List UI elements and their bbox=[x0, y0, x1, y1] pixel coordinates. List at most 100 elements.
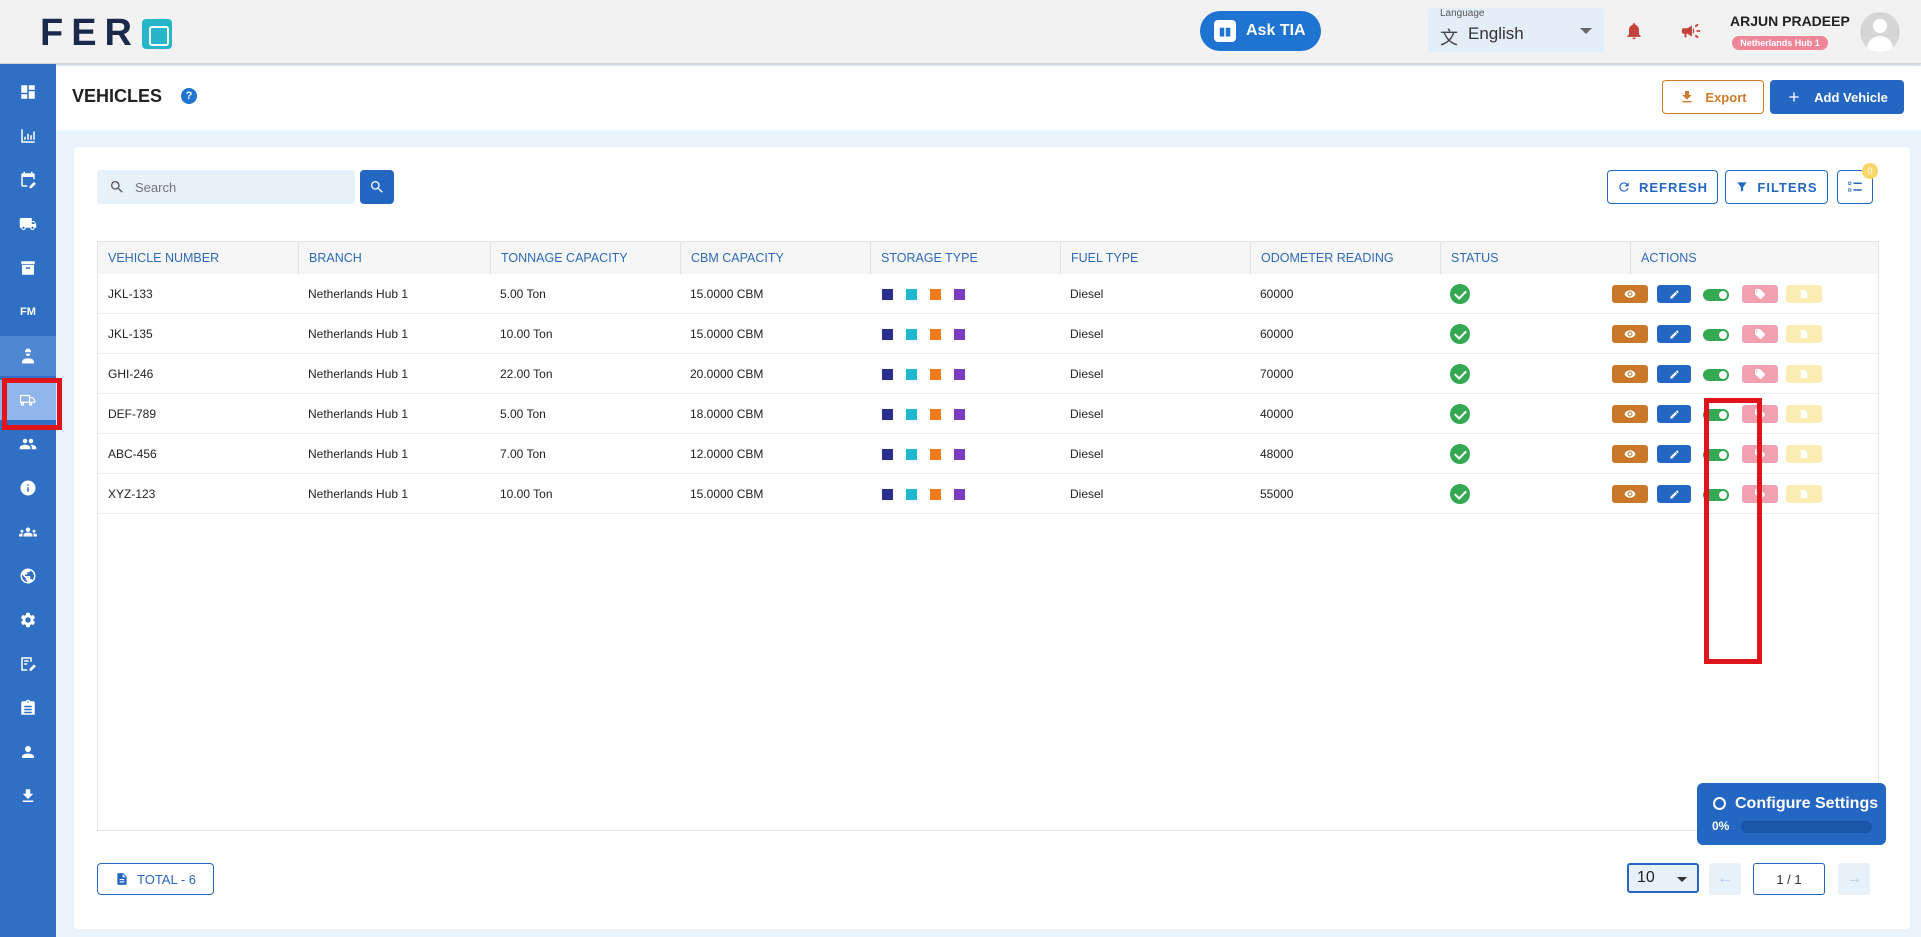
sidebar-item-notes[interactable] bbox=[0, 644, 56, 684]
view-button[interactable] bbox=[1612, 485, 1648, 503]
search-icon bbox=[371, 181, 383, 193]
document-button[interactable] bbox=[1786, 285, 1822, 303]
tag-button[interactable] bbox=[1742, 325, 1778, 343]
configure-settings-widget[interactable]: Configure Settings 0% bbox=[1697, 783, 1886, 845]
column-header-status[interactable]: STATUS bbox=[1440, 242, 1630, 274]
cell-cbm: 15.0000 CBM bbox=[690, 287, 764, 301]
table-row[interactable]: JKL-135 Netherlands Hub 1 10.00 Ton 15.0000… bbox=[98, 314, 1878, 354]
help-icon[interactable]: ? bbox=[181, 88, 197, 104]
document-icon bbox=[1799, 448, 1809, 460]
analytics-icon bbox=[21, 129, 35, 143]
view-button[interactable] bbox=[1612, 445, 1648, 463]
add-vehicle-button[interactable]: Add Vehicle bbox=[1770, 80, 1904, 114]
column-header-branch[interactable]: BRANCH bbox=[298, 242, 490, 274]
sidebar-item-clipboard[interactable] bbox=[0, 688, 56, 728]
edit-button[interactable] bbox=[1657, 285, 1691, 303]
active-toggle[interactable] bbox=[1703, 289, 1729, 301]
storage-type-swatch bbox=[954, 369, 965, 380]
sidebar-item-groups[interactable] bbox=[0, 512, 56, 552]
bell-icon[interactable] bbox=[1624, 20, 1644, 42]
table-row[interactable]: JKL-133 Netherlands Hub 1 5.00 Ton 15.0000 … bbox=[98, 274, 1878, 314]
megaphone-icon[interactable] bbox=[1680, 20, 1702, 42]
document-button[interactable] bbox=[1786, 325, 1822, 343]
avatar[interactable] bbox=[1860, 12, 1900, 52]
tag-button[interactable] bbox=[1742, 365, 1778, 383]
ask-tia-button[interactable]: ▮▮ Ask TIA bbox=[1200, 11, 1321, 51]
settings-icon bbox=[20, 612, 36, 628]
add-vehicle-label: Add Vehicle bbox=[1814, 89, 1888, 105]
storage-type-swatch bbox=[906, 449, 917, 460]
edit-button[interactable] bbox=[1657, 325, 1691, 343]
language-value: English bbox=[1468, 24, 1524, 43]
table-row[interactable]: GHI-246 Netherlands Hub 1 22.00 Ton 20.0000… bbox=[98, 354, 1878, 394]
status-active-icon bbox=[1450, 324, 1470, 344]
search-input[interactable] bbox=[135, 170, 345, 204]
status-active-icon bbox=[1450, 484, 1470, 504]
page-size-select[interactable]: 10 bbox=[1627, 863, 1699, 893]
users-icon bbox=[19, 438, 37, 450]
cell-vehicle-number: DEF-789 bbox=[108, 407, 157, 421]
view-button[interactable] bbox=[1612, 365, 1648, 383]
sidebar-item-profile[interactable] bbox=[0, 732, 56, 772]
tag-button[interactable] bbox=[1742, 285, 1778, 303]
storage-type-swatch bbox=[930, 489, 941, 500]
sidebar-item-fm[interactable]: FM bbox=[0, 292, 56, 332]
active-toggle[interactable] bbox=[1703, 369, 1729, 381]
sidebar-item-dashboard[interactable] bbox=[0, 72, 56, 112]
edit-button[interactable] bbox=[1657, 365, 1691, 383]
sidebar-item-schedule[interactable] bbox=[0, 160, 56, 200]
sidebar-item-users[interactable] bbox=[0, 424, 56, 464]
sidebar-item-download[interactable] bbox=[0, 776, 56, 816]
sidebar-item-global[interactable] bbox=[0, 556, 56, 596]
table-row[interactable]: XYZ-123 Netherlands Hub 1 10.00 Ton 15.0000… bbox=[98, 474, 1878, 514]
column-header-storage[interactable]: STORAGE TYPE bbox=[870, 242, 1060, 274]
document-button[interactable] bbox=[1786, 485, 1822, 503]
caret-down-icon bbox=[1677, 877, 1687, 882]
ask-tia-label: Ask TIA bbox=[1246, 22, 1306, 39]
document-button[interactable] bbox=[1786, 405, 1822, 423]
column-header-actions: ACTIONS bbox=[1630, 242, 1878, 274]
column-header-tonnage[interactable]: TONNAGE CAPACITY bbox=[490, 242, 680, 274]
edit-button[interactable] bbox=[1657, 485, 1691, 503]
filters-button[interactable]: FILTERS bbox=[1725, 170, 1828, 204]
previous-page-button[interactable]: ← bbox=[1709, 863, 1741, 895]
language-select[interactable]: Language 文 English bbox=[1428, 8, 1604, 52]
export-button[interactable]: Export bbox=[1662, 80, 1764, 114]
cell-cbm: 15.0000 CBM bbox=[690, 487, 764, 501]
search-button[interactable] bbox=[360, 170, 394, 204]
sidebar-item-settings[interactable] bbox=[0, 600, 56, 640]
document-button[interactable] bbox=[1786, 445, 1822, 463]
column-header-odometer[interactable]: ODOMETER READING bbox=[1250, 242, 1440, 274]
view-button[interactable] bbox=[1612, 405, 1648, 423]
table-row[interactable]: DEF-789 Netherlands Hub 1 5.00 Ton 18.0000 … bbox=[98, 394, 1878, 434]
sidebar-item-info[interactable] bbox=[0, 468, 56, 508]
edit-button[interactable] bbox=[1657, 445, 1691, 463]
arrow-left-icon: ← bbox=[1717, 870, 1733, 887]
column-header-fuel[interactable]: FUEL TYPE bbox=[1060, 242, 1250, 274]
download-icon bbox=[22, 789, 34, 802]
table-row[interactable]: ABC-456 Netherlands Hub 1 7.00 Ton 12.0000 … bbox=[98, 434, 1878, 474]
cell-vehicle-number: GHI-246 bbox=[108, 367, 154, 381]
cell-odometer: 48000 bbox=[1260, 447, 1294, 461]
next-page-button[interactable]: → bbox=[1838, 863, 1870, 895]
fero-logo[interactable]: FER bbox=[40, 12, 172, 55]
document-button[interactable] bbox=[1786, 365, 1822, 383]
view-button[interactable] bbox=[1612, 285, 1648, 303]
storage-type-swatch bbox=[954, 289, 965, 300]
storage-type-swatch bbox=[882, 409, 893, 420]
sidebar-item-deliveries[interactable] bbox=[0, 204, 56, 244]
sidebar-item-analytics[interactable] bbox=[0, 116, 56, 156]
eye-icon bbox=[1624, 288, 1636, 300]
column-header-cbm[interactable]: CBM CAPACITY bbox=[680, 242, 870, 274]
column-header-vehicle-number[interactable]: VEHICLE NUMBER bbox=[98, 242, 298, 274]
view-button[interactable] bbox=[1612, 325, 1648, 343]
refresh-button[interactable]: REFRESH bbox=[1607, 170, 1718, 204]
vehicles-card: REFRESH FILTERS 0 VEHICLE NUMBER BRANCH … bbox=[74, 147, 1910, 929]
cell-tonnage: 5.00 Ton bbox=[500, 407, 546, 421]
table-header: VEHICLE NUMBER BRANCH TONNAGE CAPACITY C… bbox=[98, 242, 1878, 274]
edit-button[interactable] bbox=[1657, 405, 1691, 423]
cell-cbm: 15.0000 CBM bbox=[690, 327, 764, 341]
sidebar-item-archive[interactable] bbox=[0, 248, 56, 288]
sidebar-item-drivers[interactable] bbox=[0, 336, 56, 376]
active-toggle[interactable] bbox=[1703, 329, 1729, 341]
